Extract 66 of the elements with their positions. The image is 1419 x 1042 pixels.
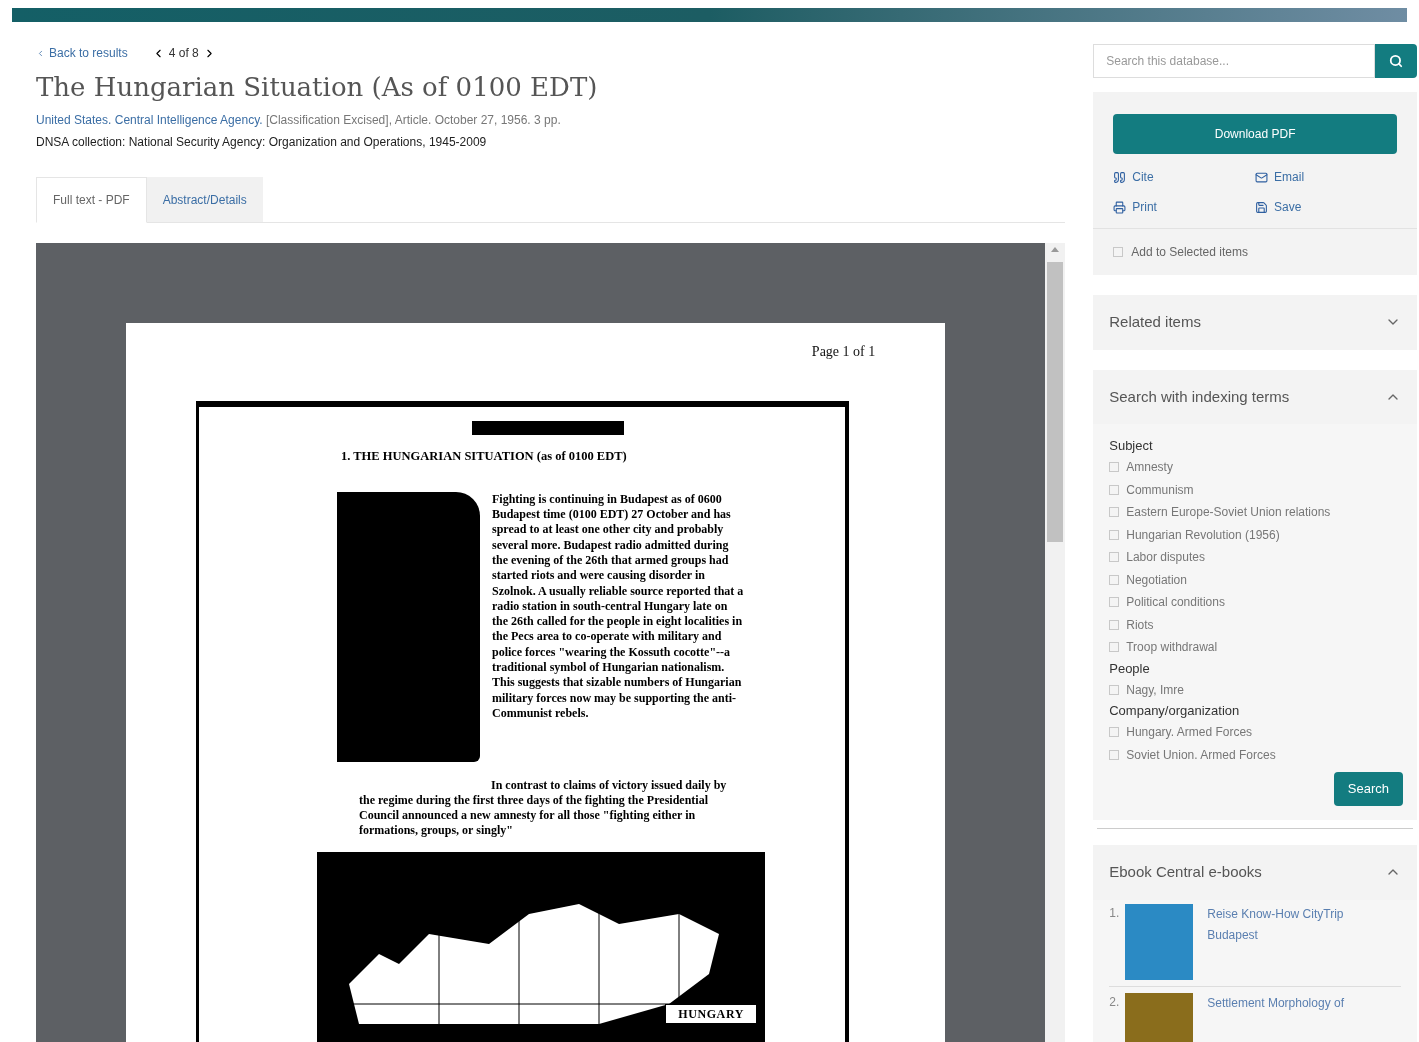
download-pdf-button[interactable]: Download PDF [1113, 114, 1397, 154]
term-label: Labor disputes [1126, 549, 1205, 567]
search-icon [1389, 54, 1403, 68]
author-link[interactable]: United States. Central Intelligence Agency. [36, 113, 263, 127]
citation-line: United States. Central Intelligence Agency. [Classification Excised], Article. October 27, 1956. 3 pp. [36, 112, 562, 129]
term-label: Amnesty [1126, 459, 1173, 477]
action-link[interactable]: Email [1255, 168, 1397, 186]
email-icon [1255, 170, 1269, 184]
term-label: Troop withdrawal [1126, 639, 1218, 657]
term-label: Negotiation [1126, 571, 1187, 589]
checkbox[interactable] [1109, 597, 1120, 608]
action-link[interactable]: Cite [1113, 168, 1256, 186]
panel-title: Related items [1109, 312, 1201, 332]
checkbox[interactable] [1109, 727, 1120, 738]
checkbox[interactable] [1109, 552, 1120, 563]
term-label: Political conditions [1126, 594, 1225, 612]
item-number: 1. [1109, 904, 1121, 922]
checkbox[interactable] [1109, 462, 1120, 473]
memo-paragraph: Fighting is continuing in Budapest as of 0600 Budapest time (0100 EDT) 27 October and has spread to at least one other city and probably several more. Budapest radio admitted during the evening of the 26th that armed groups had started riots and were causing disorder in Szolnok. A usually reliable source reported that a radio station in south-central Hungary late on the 26th called for the people in eight localities in the Pecs area to co-operate with military and police forces "wearing the Kossuth cocotte"--a traditional symbol of Hungarian nationalism. This suggests that sizable numbers of Hungarian military forces now may be supporting the anti-Communist rebels. [492, 491, 744, 722]
result-position: 4 of 8 [168, 45, 199, 62]
map-label: HUNGARY [665, 1003, 757, 1024]
term-label: Hungarian Revolution (1956) [1126, 526, 1280, 544]
term-label: Soviet Union. Armed Forces [1126, 746, 1276, 764]
tab[interactable]: Abstract/Details [146, 177, 263, 222]
term-label: Nagy, Imre [1126, 681, 1185, 699]
scrollbar-thumb[interactable] [1047, 262, 1064, 542]
group-label: Subject [1109, 437, 1154, 455]
memo-heading: 1. THE HUNGARIAN SITUATION (as of 0100 EDT) [341, 448, 628, 465]
term-label: Hungary. Armed Forces [1126, 724, 1253, 742]
action-link[interactable]: Save [1255, 198, 1397, 216]
term-label: Communism [1126, 481, 1194, 499]
back-link[interactable]: Back to results [36, 44, 128, 62]
panel-header[interactable]: Related items [1093, 295, 1417, 350]
scrollbar[interactable] [1045, 243, 1066, 1042]
group-label: Company/organization [1109, 702, 1241, 720]
group-label: People [1109, 659, 1151, 678]
item-number: 2. [1109, 993, 1121, 1011]
panel-title: Search with indexing terms [1109, 386, 1290, 407]
document-title: The Hungarian Situation (As of 0100 EDT) [36, 71, 599, 104]
checkbox[interactable] [1109, 529, 1120, 540]
checkbox[interactable] [1109, 749, 1120, 760]
print-icon [1113, 200, 1127, 214]
checkbox[interactable] [1109, 507, 1120, 518]
term-label: Riots [1126, 616, 1154, 634]
checkbox-label: Add to Selected items [1131, 244, 1248, 261]
search-button[interactable] [1375, 44, 1417, 78]
search-terms-button[interactable]: Search [1333, 772, 1403, 806]
collection-text: DNSA collection: National Security Agency: Organization and Operations, 1945-2009 [36, 134, 488, 151]
action-link[interactable]: Print [1113, 198, 1256, 216]
tab[interactable]: Full text - PDF [36, 177, 147, 223]
book-link[interactable]: Settlement Morphology of [1207, 992, 1378, 1042]
memo-paragraph: In contrast to claims of victory issued daily by the regime during the first three days of the fighting the Presidential Council announced a new amnesty for all those "fighting either in formations, groups, or singly" [359, 777, 728, 838]
search-field[interactable]: Search this database... [1093, 44, 1375, 78]
book-link[interactable]: Reise Know-How CityTrip Budapest [1207, 903, 1378, 980]
checkbox[interactable] [1113, 247, 1124, 257]
page-number: Page 1 of 1 [811, 343, 876, 361]
cite-icon [1113, 170, 1127, 184]
term-label: Eastern Europe-Soviet Union relations [1126, 504, 1331, 522]
panel-title: Ebook Central e-books [1109, 862, 1262, 882]
checkbox[interactable] [1109, 574, 1120, 585]
back-icon [36, 48, 45, 58]
checkbox[interactable] [1109, 684, 1120, 695]
checkbox[interactable] [1109, 484, 1120, 495]
save-icon [1255, 200, 1269, 214]
checkbox[interactable] [1109, 642, 1120, 653]
checkbox[interactable] [1109, 619, 1120, 630]
